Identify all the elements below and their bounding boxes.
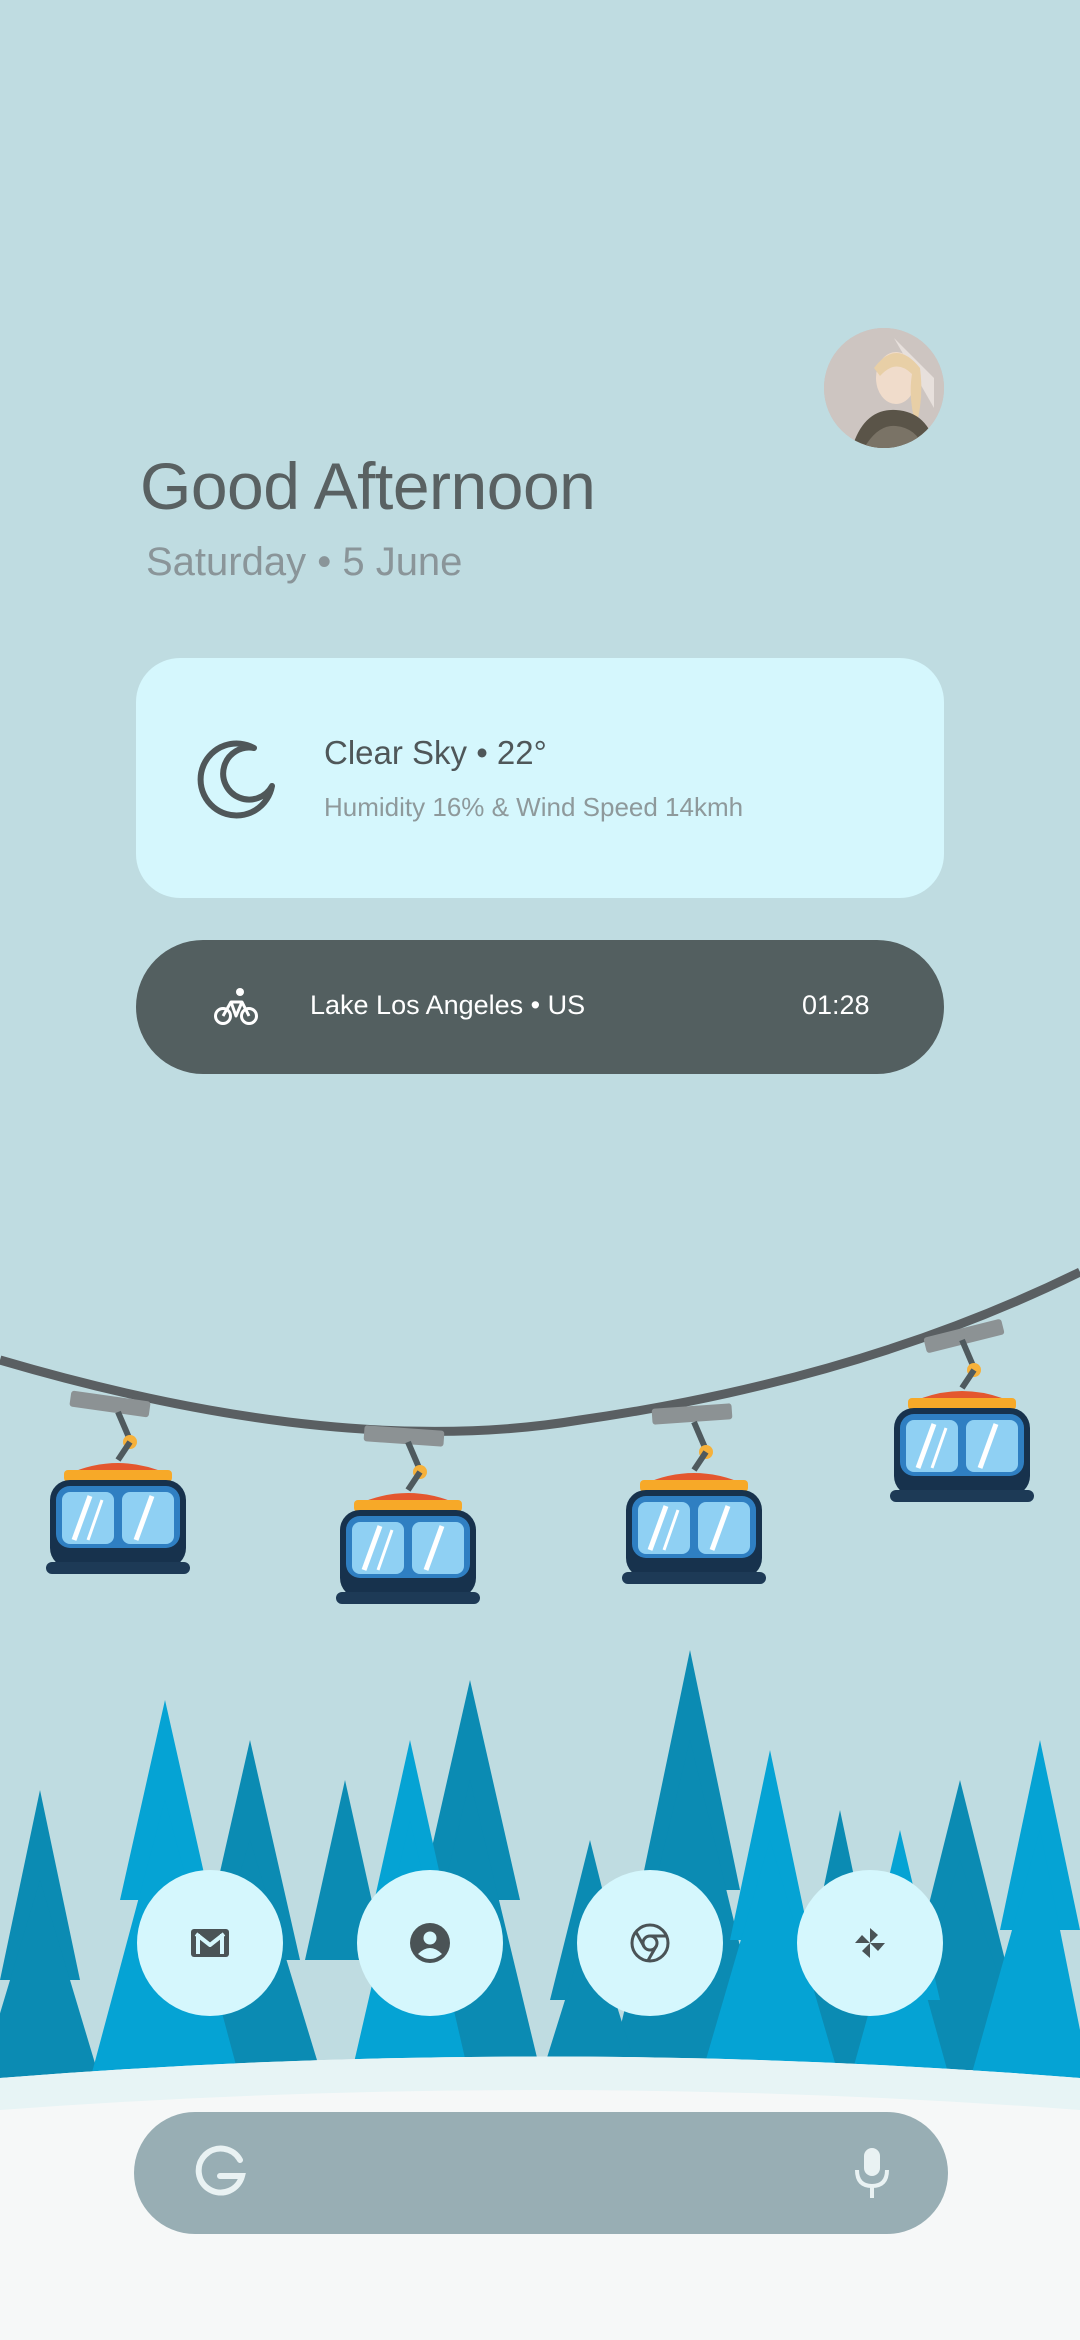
date-label: Saturday • 5 June — [146, 540, 463, 584]
gondola-4 — [890, 1340, 1034, 1502]
microphone-icon[interactable] — [852, 2142, 892, 2202]
activity-pill[interactable]: Lake Los Angeles • US 01:28 — [136, 940, 944, 1074]
profile-avatar[interactable] — [824, 328, 944, 448]
dock-app-contacts[interactable] — [357, 1870, 503, 2016]
gondola-1 — [46, 1412, 190, 1574]
activity-location: Lake Los Angeles • US — [310, 990, 586, 1020]
chrome-icon — [630, 1923, 670, 1963]
bicycle-icon — [214, 988, 258, 1025]
weather-card[interactable]: Clear Sky • 22° Humidity 16% & Wind Spee… — [136, 658, 944, 898]
moon-icon — [197, 740, 275, 819]
weather-details: Humidity 16% & Wind Speed 14kmh — [324, 792, 744, 822]
gondola-2 — [336, 1442, 480, 1604]
dock-app-pinwheel[interactable] — [797, 1870, 943, 2016]
pinwheel-icon — [855, 1928, 885, 1958]
gmail-icon — [191, 1929, 229, 1957]
weather-title: Clear Sky • 22° — [324, 734, 547, 771]
google-g-icon — [195, 2145, 246, 2196]
activity-time: 01:28 — [802, 990, 870, 1020]
dock-app-chrome[interactable] — [577, 1870, 723, 2016]
account-icon — [410, 1923, 450, 1963]
gondola-3 — [622, 1422, 766, 1584]
google-search-bar[interactable] — [134, 2112, 948, 2234]
avatar-photo — [824, 328, 944, 448]
dock-app-gmail[interactable] — [137, 1870, 283, 2016]
greeting-title: Good Afternoon — [140, 449, 596, 523]
